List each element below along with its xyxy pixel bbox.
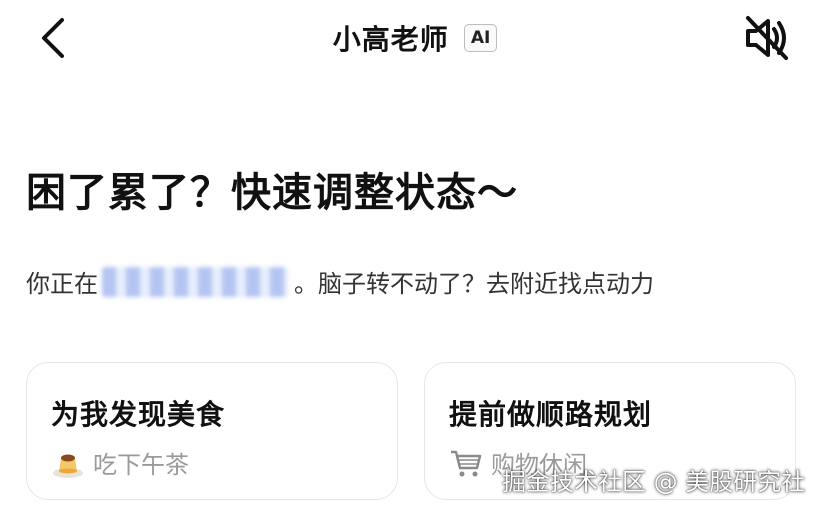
mute-button[interactable] xyxy=(740,12,794,64)
card-title: 提前做顺路规划 xyxy=(449,398,653,431)
card-title: 为我发现美食 xyxy=(51,398,226,431)
shopping-cart-icon xyxy=(451,450,482,476)
card-subtitle-text: 吃下午茶 xyxy=(93,451,189,479)
status-line: 你正在 。脑子转不动了？去附近找点动力 xyxy=(26,264,654,299)
watermark: 掘金技术社区 @ 美股研究社 xyxy=(502,468,806,496)
blurred-location xyxy=(102,266,288,297)
status-prefix: 你正在 xyxy=(26,270,98,298)
top-bar: 小高老师 AI xyxy=(0,0,830,80)
card-subtitle: 吃下午茶 xyxy=(51,445,189,480)
food-card[interactable]: 为我发现美食 吃下午茶 xyxy=(26,362,398,500)
pudding-icon xyxy=(53,454,83,478)
speaker-muted-icon xyxy=(746,16,788,60)
ai-badge: AI xyxy=(463,24,498,52)
headline: 困了累了？快速调整状态～ xyxy=(26,170,518,216)
title-area: 小高老师 AI xyxy=(0,18,830,58)
status-suffix: 。脑子转不动了？去附近找点动力 xyxy=(294,270,654,298)
page-title: 小高老师 xyxy=(332,23,449,56)
